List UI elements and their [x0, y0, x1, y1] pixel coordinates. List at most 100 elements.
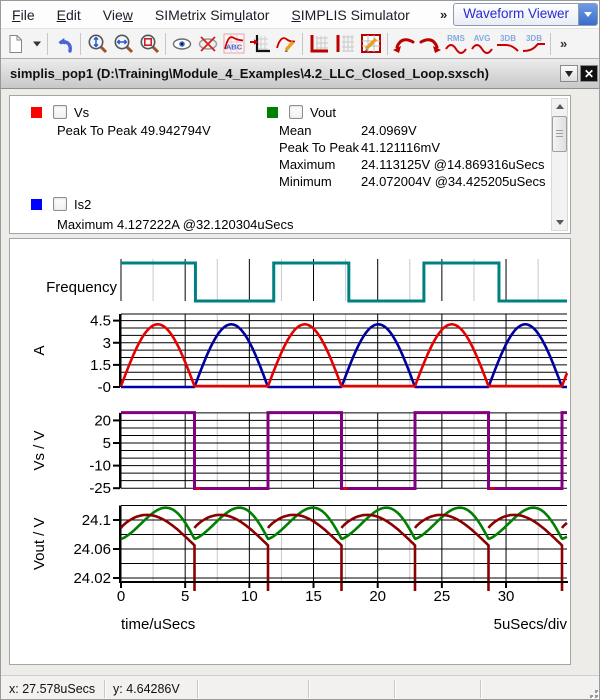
- triangle-up-icon: [556, 104, 564, 109]
- show-curve-button[interactable]: [169, 30, 195, 58]
- 3db-lowpass-icon: 3DB: [495, 33, 521, 54]
- vout-color-swatch: [267, 107, 278, 118]
- rms-button[interactable]: RMS: [443, 30, 469, 58]
- zoom-y-icon: [87, 33, 108, 54]
- waveform-viewer-window: FileEditViewSIMetrix SimulatorSIMPLIS Si…: [0, 0, 600, 700]
- is2-checkbox[interactable]: [53, 197, 67, 211]
- scrollbar-thumb[interactable]: [552, 116, 567, 152]
- edit-grid-icon: [360, 33, 382, 54]
- status-bar: x: 27.578uSecs y: 4.64286V: [1, 675, 600, 700]
- trace-blue-half-sine: [121, 324, 567, 387]
- hide-curve-button[interactable]: [195, 30, 221, 58]
- plot-vs: [113, 413, 567, 489]
- triangle-down-icon: [556, 220, 564, 225]
- close-button[interactable]: ✕: [580, 65, 598, 82]
- waveform-chart[interactable]: Frequency4.531.5-0A205-10-25Vs / V24.124…: [10, 239, 570, 664]
- next-curve-button[interactable]: [417, 30, 443, 58]
- 3db-lowpass-button[interactable]: 3DB: [495, 30, 521, 58]
- is2-stat: Maximum 4.127222A @32.120304uSecs: [57, 217, 294, 232]
- toolbar: ABC: [1, 29, 600, 59]
- chevron-down-icon[interactable]: [578, 4, 597, 25]
- document-title-bar[interactable]: simplis_pop1 (D:\Training\Module_4_Examp…: [1, 59, 600, 89]
- xtick-label: 0: [117, 588, 125, 605]
- vs-checkbox[interactable]: [53, 105, 67, 119]
- menu-view[interactable]: View: [92, 3, 144, 27]
- viewer-select-value: Waveform Viewer: [454, 4, 578, 25]
- legend-scrollbar[interactable]: [551, 98, 568, 231]
- zoom-box-button[interactable]: [136, 30, 162, 58]
- close-icon: ✕: [584, 68, 594, 80]
- ylabel-vs: Vs / V: [31, 431, 48, 471]
- ytick-vs: -25: [89, 480, 111, 497]
- toolbar-overflow-chevron[interactable]: »: [560, 36, 567, 51]
- vout-checkbox[interactable]: [289, 105, 303, 119]
- xtick-label: 15: [305, 588, 322, 605]
- add-y-axis-button[interactable]: [332, 30, 358, 58]
- resize-grip[interactable]: [586, 686, 599, 699]
- ytick-vs: -10: [89, 458, 111, 475]
- window-menu-button[interactable]: [560, 65, 578, 82]
- viewer-select[interactable]: Waveform Viewer: [453, 3, 598, 26]
- zoom-box-icon: [139, 33, 160, 54]
- xtick-label: 25: [434, 588, 451, 605]
- vout-label[interactable]: Vout: [310, 105, 336, 120]
- xtick-label: 30: [498, 588, 515, 605]
- per-div-label: 5uSecs/div: [494, 616, 568, 633]
- eye-icon: [171, 34, 193, 54]
- cursor-x-readout: x: 27.578uSecs: [1, 682, 104, 696]
- trace-frequency: [121, 263, 567, 301]
- plot-frequency: [121, 259, 567, 301]
- ytick-vs: 5: [103, 435, 111, 452]
- menu-edit[interactable]: Edit: [46, 3, 92, 27]
- chart-panel[interactable]: Frequency4.531.5-0A205-10-25Vs / V24.124…: [9, 238, 571, 665]
- xtick-label: 10: [241, 588, 258, 605]
- menu-simplis-simulator[interactable]: SIMPLIS Simulator: [280, 3, 420, 27]
- add-grid-button[interactable]: [306, 30, 332, 58]
- is2-label[interactable]: Is2: [74, 197, 91, 212]
- add-y-axis-icon: [334, 33, 356, 54]
- x-axis-label: time/uSecs: [121, 616, 195, 633]
- vs-label[interactable]: Vs: [74, 105, 89, 120]
- xtick-label: 20: [369, 588, 386, 605]
- edit-grid-button[interactable]: [358, 30, 384, 58]
- 3db-highpass-icon: 3DB: [521, 33, 547, 54]
- undo-button[interactable]: [51, 30, 77, 58]
- ylabel-a: A: [31, 345, 48, 355]
- xtick-label: 5: [181, 588, 189, 605]
- add-grid-icon: [308, 33, 330, 54]
- next-curve-icon: [418, 34, 442, 54]
- new-document-button[interactable]: [3, 30, 29, 58]
- avg-button[interactable]: AVG: [469, 30, 495, 58]
- new-document-dropdown[interactable]: [29, 30, 44, 58]
- vs-color-swatch: [31, 107, 42, 118]
- is2-color-swatch: [31, 199, 42, 210]
- scroll-up-button[interactable]: [552, 99, 567, 114]
- vs-stat: Peak To Peak 49.942794V: [57, 123, 211, 138]
- menu-items: FileEditViewSIMetrix SimulatorSIMPLIS Si…: [1, 3, 421, 27]
- svg-text:3DB: 3DB: [526, 34, 542, 43]
- edit-curve-button[interactable]: [273, 30, 299, 58]
- menu-bar: FileEditViewSIMetrix SimulatorSIMPLIS Si…: [1, 1, 600, 29]
- 3db-highpass-button[interactable]: 3DB: [521, 30, 547, 58]
- new-document-icon: [6, 34, 26, 54]
- document-title: simplis_pop1 (D:\Training\Module_4_Examp…: [1, 66, 489, 81]
- scroll-down-button[interactable]: [552, 215, 567, 230]
- menu-simetrix-simulator[interactable]: SIMetrix Simulator: [144, 3, 281, 27]
- plot-a: [113, 314, 567, 387]
- menu-overflow-chevron[interactable]: »: [434, 7, 453, 22]
- cursor-y-readout: y: 4.64286V: [105, 682, 197, 696]
- move-curve-to-axis-button[interactable]: [247, 30, 273, 58]
- annotate-curve-button[interactable]: ABC: [221, 30, 247, 58]
- vout-stat: Peak To Peak41.121116mV: [279, 140, 440, 155]
- previous-curve-button[interactable]: [391, 30, 417, 58]
- zoom-y-button[interactable]: [84, 30, 110, 58]
- ytick-vout: 24.1: [82, 512, 111, 529]
- undo-icon: [53, 34, 75, 54]
- svg-text:RMS: RMS: [447, 34, 465, 43]
- ytick-vout: 24.06: [73, 541, 111, 558]
- menu-file[interactable]: File: [1, 3, 46, 27]
- ytick-a: 3: [103, 335, 111, 352]
- zoom-x-button[interactable]: [110, 30, 136, 58]
- chevron-down-icon: [32, 40, 42, 48]
- ytick-a: 4.5: [90, 313, 111, 330]
